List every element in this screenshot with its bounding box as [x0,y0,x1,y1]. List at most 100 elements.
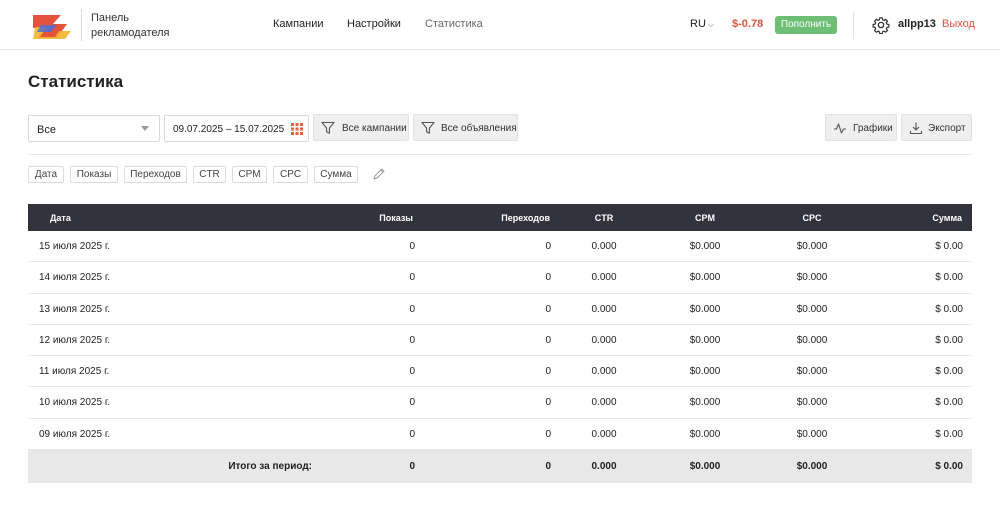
table-row: 11 июля 2025 г. 0 0 0.000 $0.000 $0.000 $ 0.00 [28,356,972,388]
brand-line-1: Панель [91,12,130,24]
column-chip-clicks[interactable]: Переходов [124,166,187,183]
cell-ctr: 0.000 [591,241,617,252]
cell-cpm: $0.000 [689,272,721,284]
cell-sum: $ 0.00 [935,428,963,440]
total-cpm: $0.000 [689,461,721,473]
chevron-down-icon: ⌵ [707,20,714,29]
cell-ctr: 0.000 [591,272,617,284]
brand-title: Панель рекламодателя [91,11,169,41]
download-icon [909,122,923,135]
logo-icon[interactable] [31,12,73,40]
brand-line-2: рекламодателя [91,27,170,39]
table-row: 09 июля 2025 г. 0 0 0.000 $0.000 $0.000 $ 0.00 [28,418,972,451]
language-selector[interactable]: RU ⌵ [690,18,714,30]
column-chip-cpm[interactable]: CPM [232,166,267,183]
table-total-row: Итого за период: 0 0 0.000 $0.000 $0.000… [28,450,972,484]
cell-clicks: 0 [545,397,551,409]
cell-impressions: 0 [409,397,415,409]
cell-date: 11 июля 2025 г. [39,366,110,378]
language-label: RU [690,18,706,30]
cell-impressions: 0 [409,241,415,252]
top-header: Панель рекламодателя Кампании Настройки … [0,0,1000,50]
cell-clicks: 0 [545,272,551,284]
total-impressions: 0 [409,461,415,473]
cell-clicks: 0 [545,241,551,252]
type-select[interactable]: Все [28,115,160,142]
cell-impressions: 0 [409,366,415,378]
nav-settings[interactable]: Настройки [347,18,401,30]
cell-cpm: $0.000 [689,428,721,440]
all-ads-label: Все объявления [441,123,517,134]
topup-button[interactable]: Пополнить [775,16,837,34]
nav-statistics[interactable]: Статистика [425,18,483,30]
all-campaigns-button[interactable]: Все кампании [313,114,409,141]
table-body: 15 июля 2025 г. 0 0 0.000 $0.000 $0.000 $ 0.00… [28,231,972,451]
logo-divider [81,9,82,41]
column-chip-sum[interactable]: Сумма [314,166,358,183]
header-cpc[interactable]: CPC [776,213,848,223]
total-clicks: 0 [545,461,551,473]
filter-icon [421,121,435,134]
cell-cpc: $0.000 [796,272,828,284]
column-chip-cpc[interactable]: CPC [273,166,308,183]
cell-cpc: $0.000 [796,366,828,378]
logout-link[interactable]: Выход [942,18,975,30]
charts-button[interactable]: Графики [825,114,897,141]
cell-cpc: $0.000 [796,397,828,409]
header-date[interactable]: Дата [50,213,71,223]
nav-campaigns[interactable]: Кампании [273,18,324,30]
cell-date: 14 июля 2025 г. [39,272,111,284]
statistics-table: Дата Показы Переходов CTR CPM CPC Сумма … [28,204,972,484]
header-sum[interactable]: Сумма [862,213,962,223]
column-chip-date[interactable]: Дата [28,166,64,183]
total-ctr: 0.000 [591,461,617,473]
cell-date: 13 июля 2025 г. [39,303,111,315]
total-cpc: $0.000 [796,461,828,473]
table-row: 14 июля 2025 г. 0 0 0.000 $0.000 $0.000 $ 0.00 [28,262,972,294]
page-title: Статистика [28,72,124,91]
cell-sum: $ 0.00 [935,397,963,409]
charts-label: Графики [853,123,893,134]
cell-ctr: 0.000 [591,366,617,378]
caret-down-icon [141,126,149,131]
cell-cpc: $0.000 [796,428,828,440]
pencil-icon[interactable] [372,167,386,181]
all-ads-button[interactable]: Все объявления [413,114,518,141]
cell-date: 09 июля 2025 г. [39,428,111,440]
calendar-grid-icon[interactable] [291,123,303,135]
cell-cpc: $0.000 [796,241,828,252]
cell-sum: $ 0.00 [935,334,963,346]
cell-date: 12 июля 2025 г. [39,334,111,346]
cell-clicks: 0 [545,334,551,346]
cell-sum: $ 0.00 [935,366,963,378]
cell-clicks: 0 [545,428,551,440]
cell-cpm: $0.000 [689,366,721,378]
header-clicks[interactable]: Переходов [450,213,550,223]
cell-impressions: 0 [409,428,415,440]
all-campaigns-label: Все кампании [342,123,407,134]
column-chip-impressions[interactable]: Показы [70,166,118,183]
type-select-value: Все [37,124,56,136]
cell-clicks: 0 [545,366,551,378]
filter-divider [28,154,972,155]
column-chip-ctr[interactable]: CTR [193,166,226,183]
gear-icon[interactable] [872,16,890,34]
cell-impressions: 0 [409,303,415,315]
cell-ctr: 0.000 [591,397,617,409]
table-row: 15 июля 2025 г. 0 0 0.000 $0.000 $0.000 $ 0.00 [28,231,972,263]
filter-icon [321,121,335,134]
username[interactable]: allpp13 [898,18,936,30]
cell-impressions: 0 [409,334,415,346]
table-row: 10 июля 2025 г. 0 0 0.000 $0.000 $0.000 $ 0.00 [28,387,972,419]
date-range-input[interactable]: 09.07.2025 – 15.07.2025 [164,115,309,142]
total-label: Итого за период: [228,461,312,473]
cell-ctr: 0.000 [591,303,617,315]
header-cpm[interactable]: CPM [669,213,741,223]
cell-cpm: $0.000 [689,397,721,409]
export-button[interactable]: Экспорт [901,114,972,141]
header-ctr[interactable]: CTR [568,213,640,223]
table-header: Дата Показы Переходов CTR CPM CPC Сумма [28,204,972,231]
table-row: 12 июля 2025 г. 0 0 0.000 $0.000 $0.000 $ 0.00 [28,324,972,357]
header-impressions[interactable]: Показы [313,213,413,223]
cell-cpm: $0.000 [689,334,721,346]
